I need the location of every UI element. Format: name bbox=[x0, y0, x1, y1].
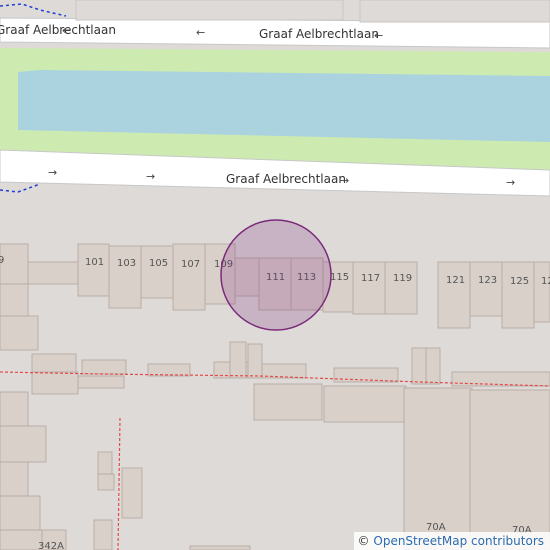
road-label-bottom: Graaf Aelbrechtlaan bbox=[226, 172, 346, 186]
oneway-arrow-1: ← bbox=[62, 24, 71, 37]
top-left-corner bbox=[0, 0, 60, 16]
oneway-arrow-2: ← bbox=[196, 26, 205, 39]
house-number-342a: 342A bbox=[38, 541, 64, 550]
house-number: 123 bbox=[478, 275, 497, 286]
house-number: 105 bbox=[149, 258, 168, 269]
canal-water bbox=[18, 70, 550, 142]
map-attribution: © OpenStreetMap contributors bbox=[353, 532, 550, 550]
oneway-arrow-5: → bbox=[146, 170, 155, 183]
oneway-arrow-7: → bbox=[506, 176, 515, 189]
map-canvas[interactable]: Graaf Aelbrechtlaan ← ← Graaf Aelbrechtl… bbox=[0, 0, 550, 550]
attribution-link[interactable]: OpenStreetMap contributors bbox=[373, 534, 544, 548]
house-number: 119 bbox=[393, 273, 412, 284]
house-number: 103 bbox=[117, 258, 136, 269]
copyright-symbol: © bbox=[357, 534, 370, 548]
road-label-top-left: Graaf Aelbrechtlaan bbox=[0, 23, 116, 37]
oneway-arrow-6: → bbox=[340, 174, 349, 187]
house-number: 101 bbox=[85, 257, 104, 268]
svg-text:12: 12 bbox=[541, 276, 550, 287]
road-label-top: Graaf Aelbrechtlaan bbox=[259, 27, 379, 41]
house-number: 115 bbox=[330, 272, 349, 283]
house-number: 117 bbox=[361, 273, 380, 284]
top-block-right bbox=[359, 0, 550, 23]
oneway-arrow-3: ← bbox=[374, 29, 383, 42]
top-block-left bbox=[75, 0, 344, 21]
location-highlight-circle[interactable] bbox=[220, 219, 332, 331]
house-number: 125 bbox=[510, 276, 529, 287]
house-number: 107 bbox=[181, 259, 200, 270]
house-number: 121 bbox=[446, 275, 465, 286]
oneway-arrow-4: → bbox=[48, 166, 57, 179]
svg-text:9: 9 bbox=[0, 255, 4, 266]
